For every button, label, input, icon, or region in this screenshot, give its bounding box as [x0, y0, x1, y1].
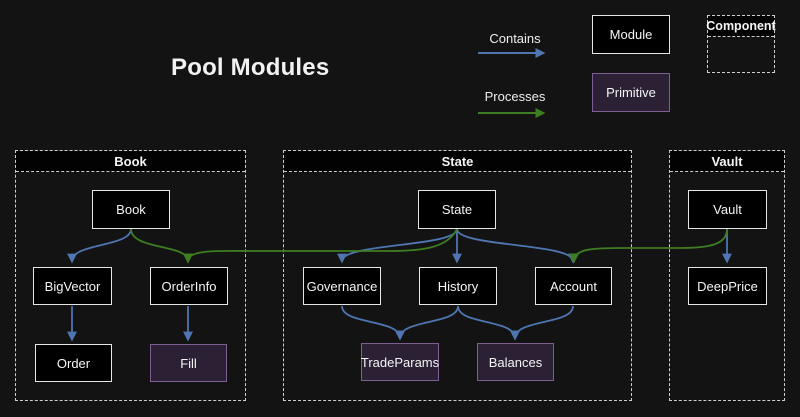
container-vault-title: Vault: [670, 151, 784, 172]
processes-arrow-icon: [477, 107, 553, 119]
legend-module-box: Module: [592, 15, 670, 54]
node-history: History: [419, 267, 497, 305]
legend-processes-label: Processes: [477, 89, 553, 104]
node-account-label: Account: [550, 279, 597, 294]
node-bigvector: BigVector: [33, 267, 112, 305]
node-history-label: History: [438, 279, 478, 294]
container-book-title: Book: [16, 151, 245, 172]
node-fill: Fill: [150, 344, 227, 382]
legend-primitive-box: Primitive: [592, 73, 670, 112]
pool-modules-diagram: Pool Modules Contains Processes Module P…: [0, 0, 800, 417]
legend-module-label: Module: [610, 27, 653, 42]
legend-component-label: Component: [708, 16, 774, 37]
legend-primitive-label: Primitive: [606, 85, 656, 100]
node-vault-label: Vault: [713, 202, 742, 217]
container-state-title: State: [284, 151, 631, 172]
node-governance: Governance: [303, 267, 381, 305]
node-account: Account: [535, 267, 612, 305]
node-state-label: State: [442, 202, 472, 217]
node-orderinfo-label: OrderInfo: [162, 279, 217, 294]
page-title: Pool Modules: [171, 54, 329, 82]
node-tradeparams-label: TradeParams: [361, 355, 439, 370]
node-balances: Balances: [477, 343, 554, 381]
node-governance-label: Governance: [307, 279, 378, 294]
node-balances-label: Balances: [489, 355, 542, 370]
node-deepprice-label: DeepPrice: [697, 279, 758, 294]
node-book: Book: [92, 190, 170, 229]
node-deepprice: DeepPrice: [688, 267, 767, 305]
node-state: State: [418, 190, 496, 229]
legend-contains-label: Contains: [477, 31, 553, 46]
node-fill-label: Fill: [180, 356, 197, 371]
node-order: Order: [35, 344, 112, 382]
node-bigvector-label: BigVector: [45, 279, 101, 294]
node-order-label: Order: [57, 356, 90, 371]
node-orderinfo: OrderInfo: [150, 267, 228, 305]
node-vault: Vault: [688, 190, 767, 229]
node-book-label: Book: [116, 202, 146, 217]
legend-component-box: Component: [707, 15, 775, 73]
node-tradeparams: TradeParams: [361, 343, 439, 381]
contains-arrow-icon: [477, 47, 553, 59]
